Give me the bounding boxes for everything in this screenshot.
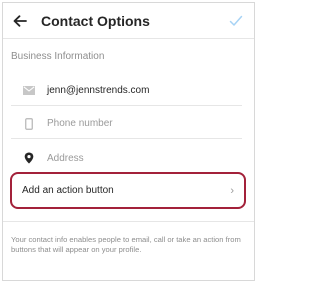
address-field[interactable]: Address <box>11 143 242 173</box>
back-arrow-icon <box>13 14 27 27</box>
phone-placeholder: Phone number <box>47 118 113 129</box>
checkmark-icon <box>229 15 243 26</box>
phone-field[interactable]: Phone number <box>11 109 242 139</box>
confirm-button[interactable] <box>222 3 250 39</box>
action-button-label: Add an action button <box>22 185 114 196</box>
back-button[interactable] <box>5 3 35 39</box>
header-bar: Contact Options <box>3 3 254 39</box>
contact-info-description: Your contact info enables people to emai… <box>11 235 241 254</box>
contact-options-screen: Contact Options Business Information jen… <box>2 2 255 281</box>
email-value: jenn@jennstrends.com <box>47 85 150 96</box>
add-action-button[interactable]: Add an action button › <box>10 172 246 209</box>
mail-icon <box>17 86 41 95</box>
location-pin-icon <box>17 152 41 164</box>
section-title: Business Information <box>11 51 105 62</box>
email-field[interactable]: jenn@jennstrends.com <box>11 76 242 106</box>
divider <box>3 221 254 222</box>
chevron-right-icon: › <box>230 184 234 197</box>
phone-icon <box>17 117 41 130</box>
address-placeholder: Address <box>47 152 84 164</box>
page-title: Contact Options <box>41 12 150 29</box>
